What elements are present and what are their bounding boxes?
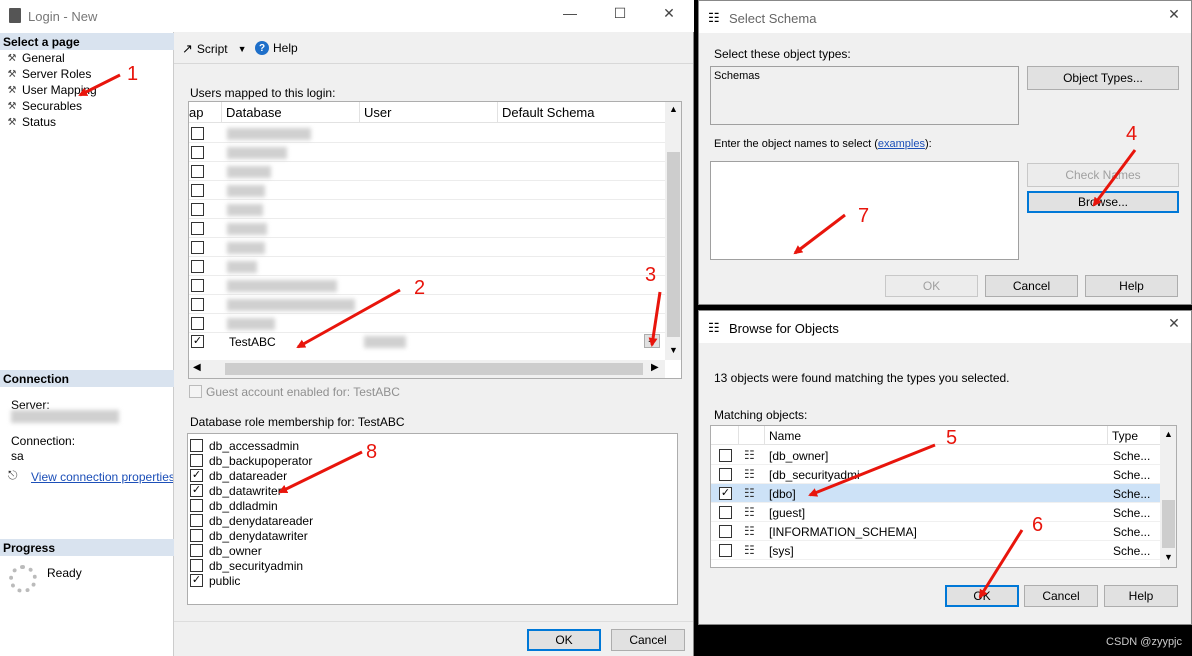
annotation-label-4: 4 bbox=[1126, 123, 1138, 145]
watermark: CSDN @zyypjc bbox=[1106, 636, 1182, 648]
annotation-label-1: 1 bbox=[127, 63, 139, 85]
annotation-label-5: 5 bbox=[946, 427, 958, 449]
annotation-arrow-2 bbox=[296, 288, 401, 349]
annotation-label-8: 8 bbox=[366, 441, 378, 463]
annotation-arrow-1 bbox=[78, 73, 121, 97]
annotation-label-6: 6 bbox=[1032, 514, 1044, 536]
annotation-arrow-8 bbox=[278, 450, 363, 494]
annotation-overlay bbox=[78, 73, 1137, 599]
annotation-arrow-6 bbox=[978, 529, 1024, 599]
annotation-label-7: 7 bbox=[858, 205, 870, 227]
annotation-label-2: 2 bbox=[414, 277, 426, 299]
annotation-arrow-3 bbox=[648, 291, 662, 347]
annotation-arrow-7 bbox=[793, 213, 846, 255]
annotation-arrow-4 bbox=[1092, 149, 1137, 207]
annotation-arrow-5 bbox=[808, 443, 936, 497]
annotation-label-3: 3 bbox=[645, 264, 657, 286]
